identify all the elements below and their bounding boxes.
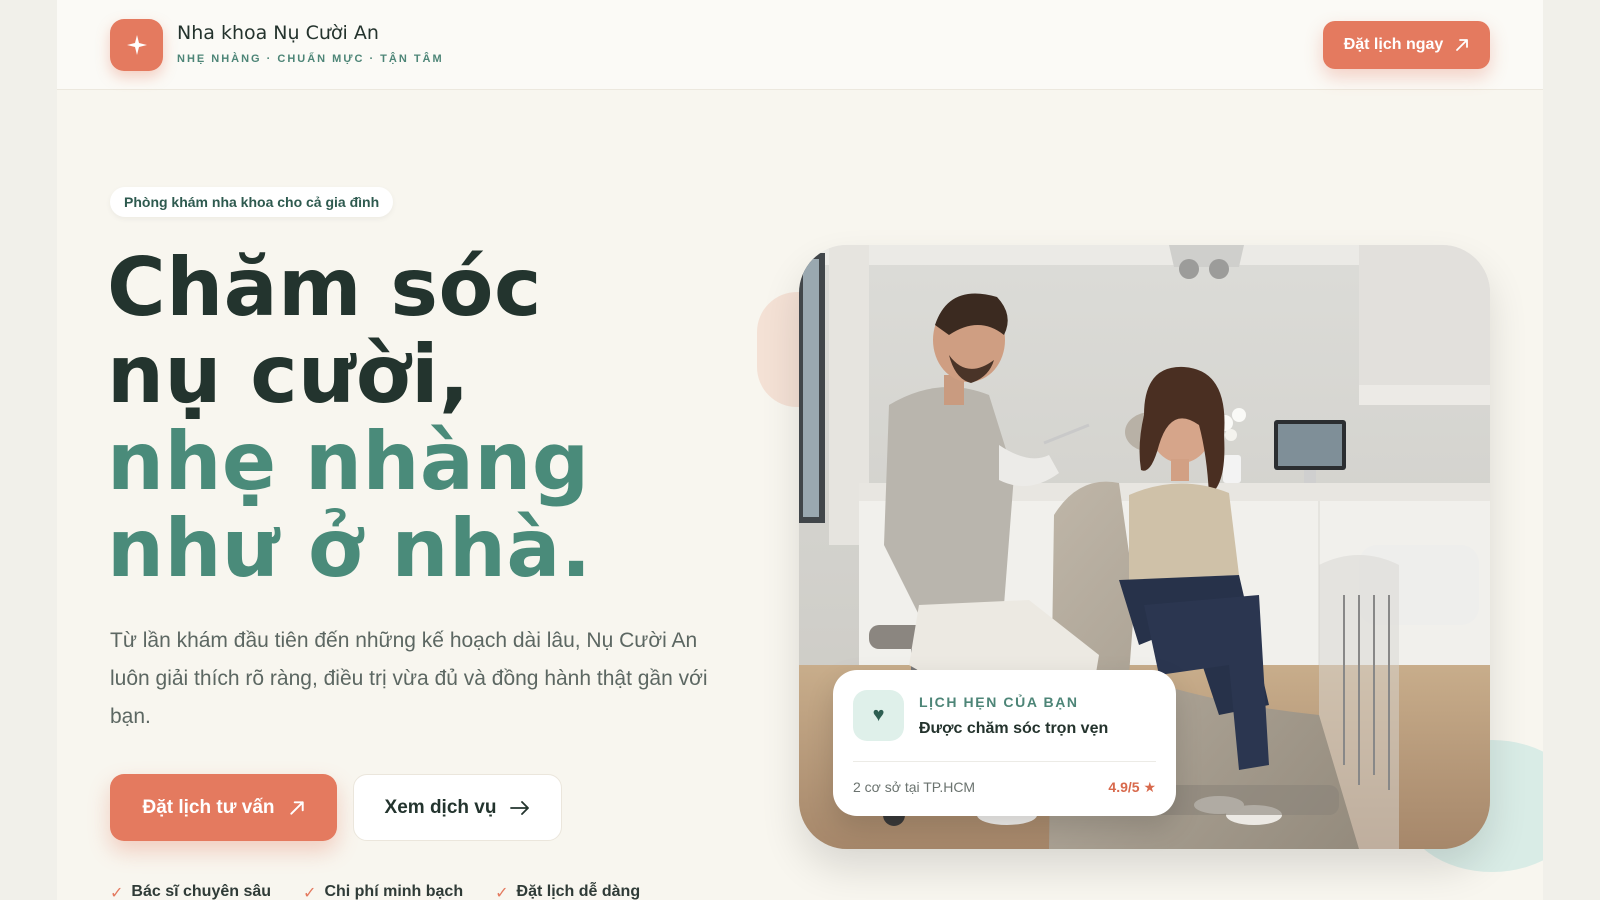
- brand-logo[interactable]: [110, 19, 163, 71]
- check-icon: ✓: [110, 885, 124, 900]
- arrow-up-right-icon: [289, 800, 304, 815]
- clinic-locations: 2 cơ sở tại TP.HCM: [853, 779, 976, 795]
- hero-description: Từ lần khám đầu tiên đến những kế hoạch …: [110, 629, 708, 728]
- hero-highlights: ✓ Bác sĩ chuyên sâu ✓ Chi phí minh bạch …: [110, 883, 640, 900]
- appointment-card[interactable]: ♥ LỊCH HẸN CỦA BẠN Được chăm sóc trọn vẹ…: [833, 670, 1176, 816]
- brand-tagline: NHẸ NHÀNG · CHUẨN MỰC · TẬN TÂM: [177, 53, 444, 65]
- highlight-item: ✓ Đặt lịch dễ dàng: [495, 883, 640, 900]
- highlight-label: Chi phí minh bạch: [324, 883, 464, 900]
- book-now-label: Đặt lịch ngay: [1343, 36, 1444, 53]
- rating-badge: 4.9/5 ★: [1108, 779, 1156, 795]
- highlight-label: Đặt lịch dễ dàng: [516, 883, 641, 900]
- arrow-up-right-icon: [1456, 39, 1469, 51]
- hero-badge: Phòng khám nha khoa cho cả gia đình: [110, 187, 394, 217]
- hero-headline: Chăm sóc nụ cười, nhẹ nhàng như ở nhà.: [107, 244, 707, 592]
- highlight-item: ✓ Bác sĩ chuyên sâu: [110, 883, 271, 900]
- highlight-item: ✓ Chi phí minh bạch: [303, 883, 463, 900]
- view-services-button[interactable]: Xem dịch vụ: [353, 774, 562, 841]
- headline-line-4: như ở nhà.: [107, 502, 592, 595]
- highlight-label: Bác sĩ chuyên sâu: [131, 883, 272, 900]
- headline-line-3: nhẹ nhàng: [107, 415, 590, 508]
- arrow-right-icon: [510, 800, 530, 815]
- view-services-label: Xem dịch vụ: [384, 796, 497, 818]
- divider: [853, 761, 1156, 762]
- sparkle-icon: [126, 35, 147, 55]
- check-icon: ✓: [303, 885, 317, 900]
- book-consultation-button[interactable]: Đặt lịch tư vấn: [110, 774, 337, 841]
- check-icon: ✓: [495, 885, 509, 900]
- appointment-title: Được chăm sóc trọn vẹn: [919, 720, 1109, 737]
- headline-line-2: nụ cười,: [107, 328, 470, 421]
- book-consultation-label: Đặt lịch tư vấn: [142, 796, 275, 818]
- landing-page: Nha khoa Nụ Cười An NHẸ NHÀNG · CHUẨN MỰ…: [57, 0, 1543, 900]
- heart-icon: ♥: [853, 690, 904, 741]
- site-header: Nha khoa Nụ Cười An NHẸ NHÀNG · CHUẨN MỰ…: [57, 0, 1543, 90]
- brand-name[interactable]: Nha khoa Nụ Cười An: [177, 22, 379, 44]
- headline-line-1: Chăm sóc: [107, 241, 542, 334]
- appointment-kicker: LỊCH HẸN CỦA BẠN: [919, 694, 1079, 710]
- book-now-button[interactable]: Đặt lịch ngay: [1323, 21, 1490, 69]
